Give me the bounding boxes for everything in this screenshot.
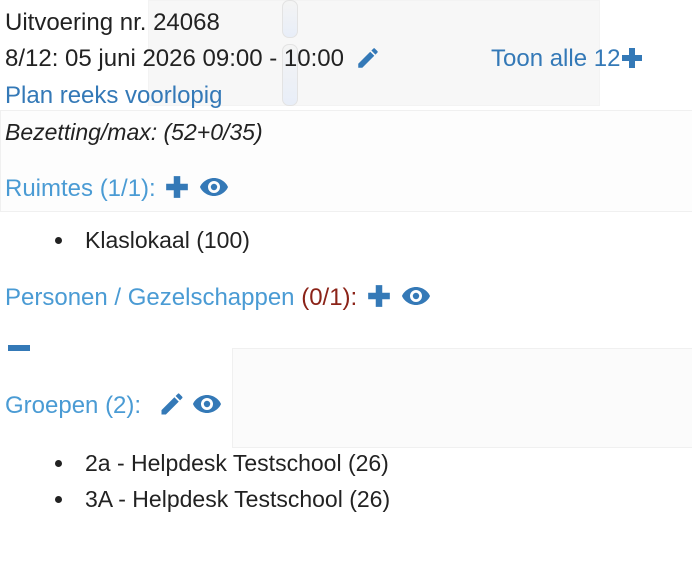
eye-icon[interactable] [199,174,229,200]
groups-title: Groepen (2): [5,392,142,419]
minus-icon[interactable] [8,344,30,352]
persons-count: (0/1): [301,284,358,311]
plus-icon[interactable] [366,283,392,309]
pencil-icon[interactable] [355,45,381,71]
rooms-title: Ruimtes (1/1): [5,175,156,202]
rooms-section-header: Ruimtes (1/1): [5,174,229,204]
groups-list: 2a - Helpdesk Testschool (26) 3A - Helpd… [55,445,390,517]
show-all-label: Toon alle 12 [491,45,621,72]
execution-panel: Uitvoering nr. 24068 8/12: 05 juni 2026 … [0,0,692,564]
eye-icon[interactable] [401,283,431,309]
pencil-icon[interactable] [158,390,186,418]
plus-icon[interactable] [164,174,190,200]
execution-datetime: 8/12: 05 juni 2026 09:00 - 10:00 [5,45,344,72]
execution-title: Uitvoering nr. 24068 [5,9,220,36]
groups-section-header: Groepen (2): [5,391,222,421]
list-item: 3A - Helpdesk Testschool (26) [55,481,390,517]
list-item: Klaslokaal (100) [55,222,250,258]
show-all-link[interactable]: Toon alle 12 [491,45,644,73]
persons-section-header: Personen / Gezelschappen (0/1): [5,283,431,313]
plus-icon[interactable] [620,46,644,70]
persons-title: Personen / Gezelschappen [5,284,295,311]
eye-icon[interactable] [192,391,222,417]
occupancy-text: Bezetting/max: (52+0/35) [5,119,263,145]
plan-series-link[interactable]: Plan reeks voorlopig [5,82,222,110]
rooms-list: Klaslokaal (100) [55,222,250,258]
list-item: 2a - Helpdesk Testschool (26) [55,445,390,481]
datetime-row: 8/12: 05 juni 2026 09:00 - 10:00 [5,45,381,73]
